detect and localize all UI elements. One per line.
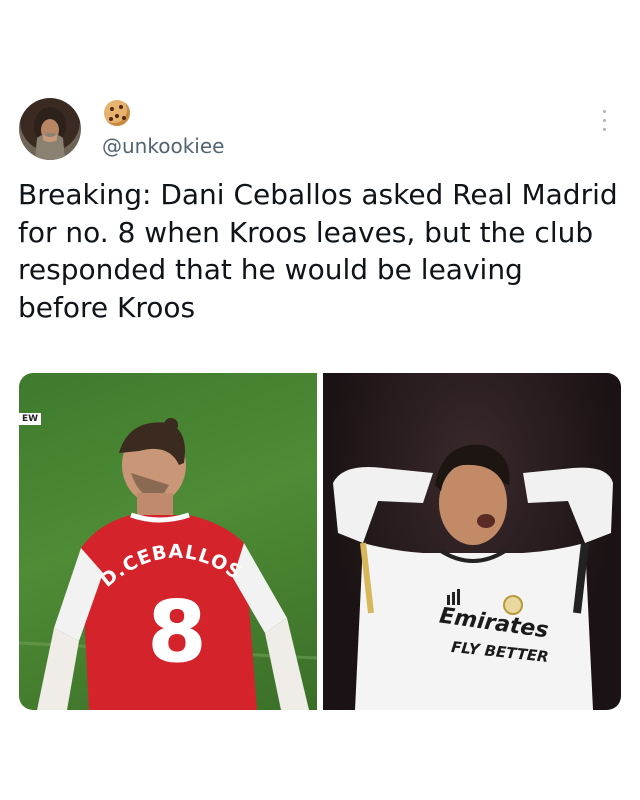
avatar[interactable]: [19, 98, 81, 160]
media-image-right[interactable]: Emirates FLY BETTER: [323, 373, 621, 710]
player-madrid-illustration: [333, 444, 613, 710]
post-text: Breaking: Dani Ceballos asked Real Madri…: [18, 178, 618, 324]
media-image-left[interactable]: EW D.CEBALLOS 8: [19, 373, 317, 710]
user-handle[interactable]: @unkookiee: [102, 134, 224, 158]
avatar-image: [34, 107, 66, 160]
more-options-icon[interactable]: [601, 110, 607, 136]
cookie-icon: [104, 100, 130, 126]
broadcast-tag: EW: [19, 413, 42, 425]
player-arsenal-illustration: D.CEBALLOS 8: [19, 418, 317, 710]
shirt-number: 8: [148, 583, 206, 681]
